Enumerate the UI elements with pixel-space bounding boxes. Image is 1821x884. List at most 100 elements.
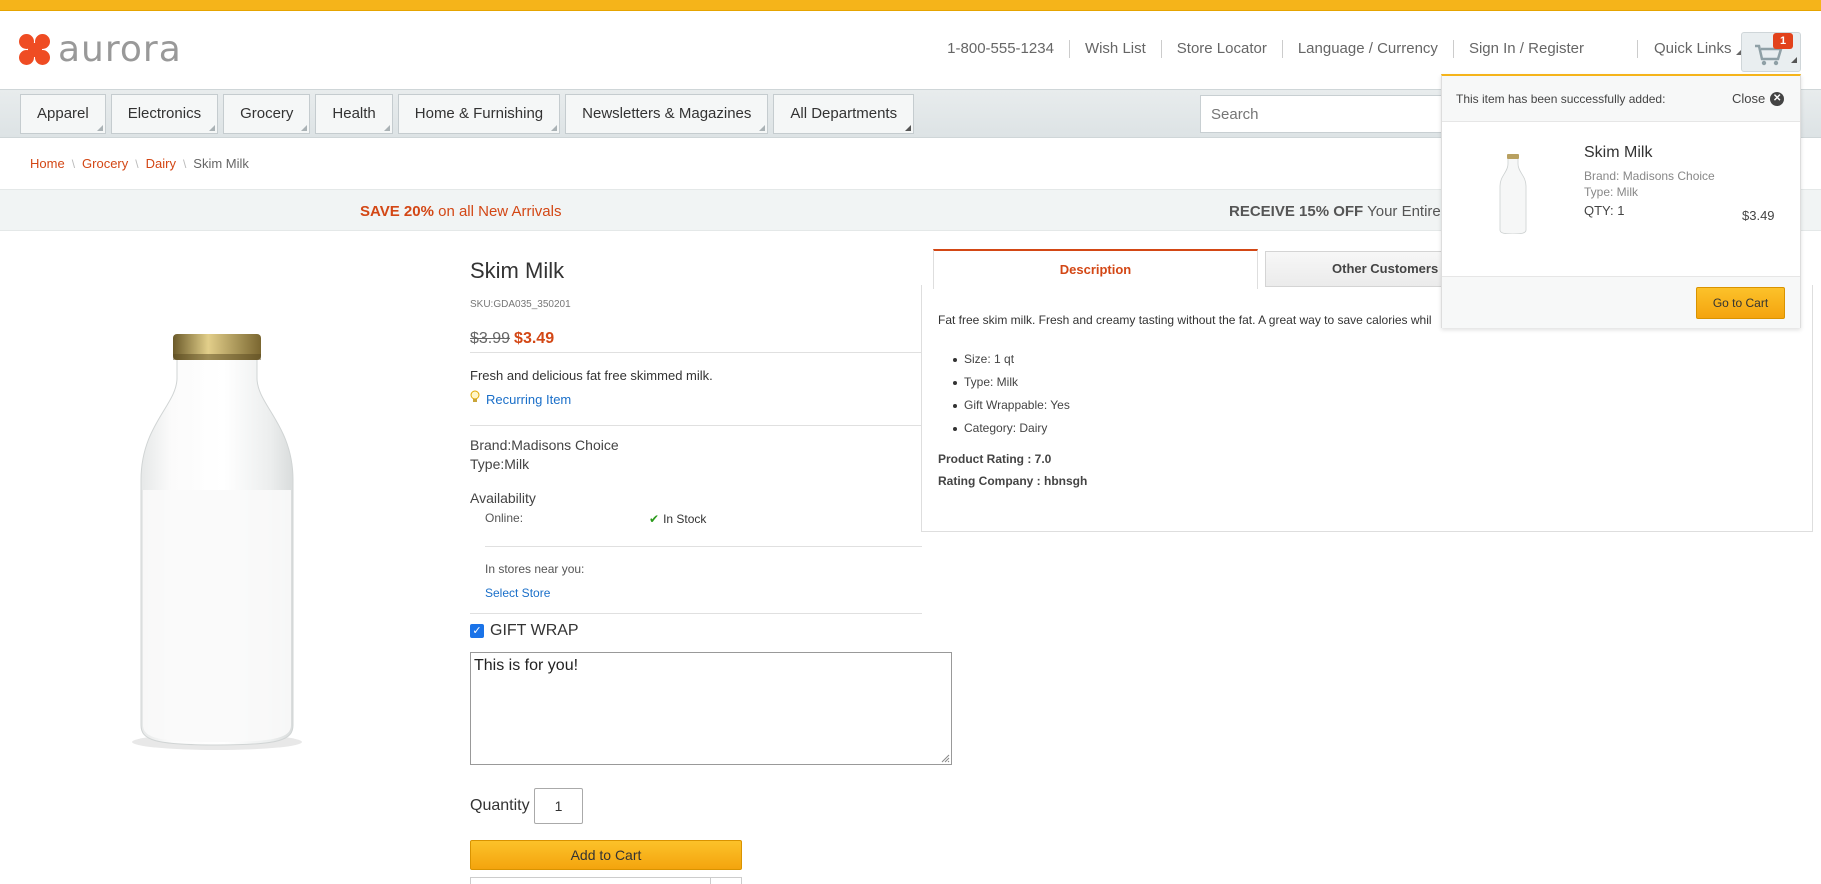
list-item: Type: Milk — [953, 371, 1070, 394]
breadcrumb-dairy[interactable]: Dairy — [146, 156, 176, 171]
quantity-input[interactable]: 1 — [534, 788, 583, 824]
breadcrumb-current: Skim Milk — [193, 156, 249, 171]
nav-apparel[interactable]: Apparel — [20, 94, 106, 134]
dropdown-corner-icon — [905, 125, 912, 131]
nav-home-furnishing[interactable]: Home & Furnishing — [397, 94, 561, 134]
popup-close-button[interactable]: Close ✕ — [1732, 91, 1785, 106]
phone-number: 1-800-555-1234 — [947, 40, 1054, 57]
tab-other-customers[interactable]: Other Customers A — [1265, 251, 1465, 287]
search-input[interactable] — [1200, 95, 1460, 133]
list-item: Gift Wrappable: Yes — [953, 394, 1070, 417]
nav-health[interactable]: Health — [315, 94, 393, 134]
lightbulb-icon — [470, 390, 480, 402]
store-locator-link[interactable]: Store Locator — [1160, 40, 1282, 58]
top-accent-bar — [0, 0, 1821, 11]
attribute-list: Size: 1 qt Type: Milk Gift Wrappable: Ye… — [953, 348, 1070, 440]
promo-new-arrivals[interactable]: SAVE 20% on all New Arrivals — [360, 203, 561, 220]
popup-item-brand: Brand: Madisons Choice — [1584, 169, 1715, 183]
go-to-cart-button[interactable]: Go to Cart — [1696, 287, 1785, 319]
rating-company: Rating Company : hbnsgh — [938, 474, 1088, 488]
recurring-item-link[interactable]: Recurring Item — [486, 392, 571, 407]
sign-in-link[interactable]: Sign In / Register — [1452, 40, 1599, 58]
nav-label: Grocery — [240, 105, 294, 122]
in-stock-text: In Stock — [663, 512, 707, 526]
nav-label: Health — [332, 105, 376, 122]
cart-count-badge: 1 — [1773, 33, 1793, 49]
product-attributes: Brand:Madisons Choice Type:Milk — [470, 436, 619, 474]
popup-header: This item has been successfully added: C… — [1442, 76, 1800, 122]
divider — [470, 352, 922, 353]
gift-wrap-checkbox[interactable]: ✓ — [470, 624, 484, 638]
popup-item-name[interactable]: Skim Milk — [1584, 144, 1652, 162]
nav-electronics[interactable]: Electronics — [110, 94, 219, 134]
stores-near-you-label: In stores near you: — [485, 562, 585, 576]
nav-grocery[interactable]: Grocery — [223, 94, 311, 134]
nav-label: Apparel — [37, 105, 89, 122]
breadcrumb-grocery[interactable]: Grocery — [82, 156, 128, 171]
wish-list-link[interactable]: Wish List — [1068, 40, 1161, 58]
sale-price: $3.49 — [514, 330, 555, 347]
popup-footer: Go to Cart — [1442, 276, 1800, 328]
secondary-button-dropdown[interactable] — [710, 877, 742, 884]
gift-message-text: This is for you! — [474, 657, 579, 674]
logo-mark-icon — [18, 33, 52, 67]
dropdown-corner-icon — [759, 125, 766, 131]
brand-line: Brand:Madisons Choice — [470, 437, 619, 453]
divider — [485, 546, 922, 547]
product-title: Skim Milk — [470, 258, 565, 283]
product-sku: SKU:GDA035_350201 — [470, 299, 571, 310]
promo-left-bold: SAVE 20% — [360, 203, 434, 220]
logo[interactable]: aurora — [18, 29, 182, 70]
list-item: Size: 1 qt — [953, 348, 1070, 371]
gift-wrap-label: GIFT WRAP — [490, 622, 579, 639]
breadcrumb-separator: \ — [182, 156, 187, 171]
in-stock-status: ✔ In Stock — [649, 512, 706, 526]
logo-text: aurora — [58, 29, 182, 70]
breadcrumb-home[interactable]: Home — [30, 156, 65, 171]
quick-links-menu[interactable]: Quick Links — [1637, 40, 1743, 58]
divider — [470, 613, 922, 614]
dropdown-corner-icon — [301, 125, 308, 131]
list-item: Category: Dairy — [953, 417, 1070, 440]
quick-links-label: Quick Links — [1654, 40, 1732, 57]
promo-right-bold: RECEIVE 15% OFF — [1229, 203, 1364, 220]
close-icon: ✕ — [1770, 91, 1785, 106]
dropdown-corner-icon — [209, 125, 216, 131]
promo-left-text: on all New Arrivals — [433, 203, 562, 220]
dropdown-corner-icon — [551, 125, 558, 131]
add-to-cart-button[interactable]: Add to Cart — [470, 840, 742, 870]
availability-title: Availability — [470, 490, 536, 506]
language-currency-link[interactable]: Language / Currency — [1281, 40, 1453, 58]
nav-label: All Departments — [790, 105, 898, 122]
dropdown-corner-icon — [383, 125, 390, 131]
gift-wrap-option[interactable]: ✓ GIFT WRAP — [470, 622, 579, 640]
added-to-cart-popup: This item has been successfully added: C… — [1441, 74, 1801, 328]
quantity-label: Quantity — [470, 797, 530, 814]
recurring-item: Recurring Item — [470, 390, 571, 407]
nav-label: Newsletters & Magazines — [582, 105, 752, 122]
gift-message-textarea[interactable]: This is for you! — [470, 652, 952, 765]
nav-all-departments[interactable]: All Departments — [773, 94, 915, 134]
popup-item-qty: QTY: 1 — [1584, 203, 1625, 218]
tab-description[interactable]: Description — [933, 249, 1258, 289]
secondary-button[interactable] — [470, 877, 742, 884]
product-image[interactable] — [125, 330, 310, 760]
description-text: Fat free skim milk. Fresh and creamy tas… — [938, 313, 1432, 327]
utility-links: 1-800-555-1234 Wish List Store Locator L… — [932, 40, 1599, 58]
short-description: Fresh and delicious fat free skimmed mil… — [470, 368, 713, 383]
select-store-link[interactable]: Select Store — [485, 586, 550, 600]
checkmark-icon: ✔ — [649, 512, 660, 526]
popup-item-type: Type: Milk — [1584, 185, 1639, 199]
nav-newsletters-magazines[interactable]: Newsletters & Magazines — [565, 94, 769, 134]
promo-right-text: Your Entire — [1363, 203, 1441, 220]
popup-message: This item has been successfully added: — [1456, 92, 1666, 106]
close-label: Close — [1732, 91, 1766, 106]
dropdown-corner-icon — [96, 125, 103, 131]
divider — [470, 425, 922, 426]
popup-product-thumbnail[interactable] — [1498, 154, 1528, 234]
promo-entire-order[interactable]: RECEIVE 15% OFF Your Entire — [1229, 203, 1441, 220]
popup-item-details: Brand: Madisons Choice Type: Milk — [1584, 168, 1715, 200]
old-price: $3.99 — [470, 330, 511, 347]
breadcrumb: Home \ Grocery \ Dairy \ Skim Milk — [30, 156, 249, 171]
resize-handle-icon[interactable] — [940, 753, 950, 763]
